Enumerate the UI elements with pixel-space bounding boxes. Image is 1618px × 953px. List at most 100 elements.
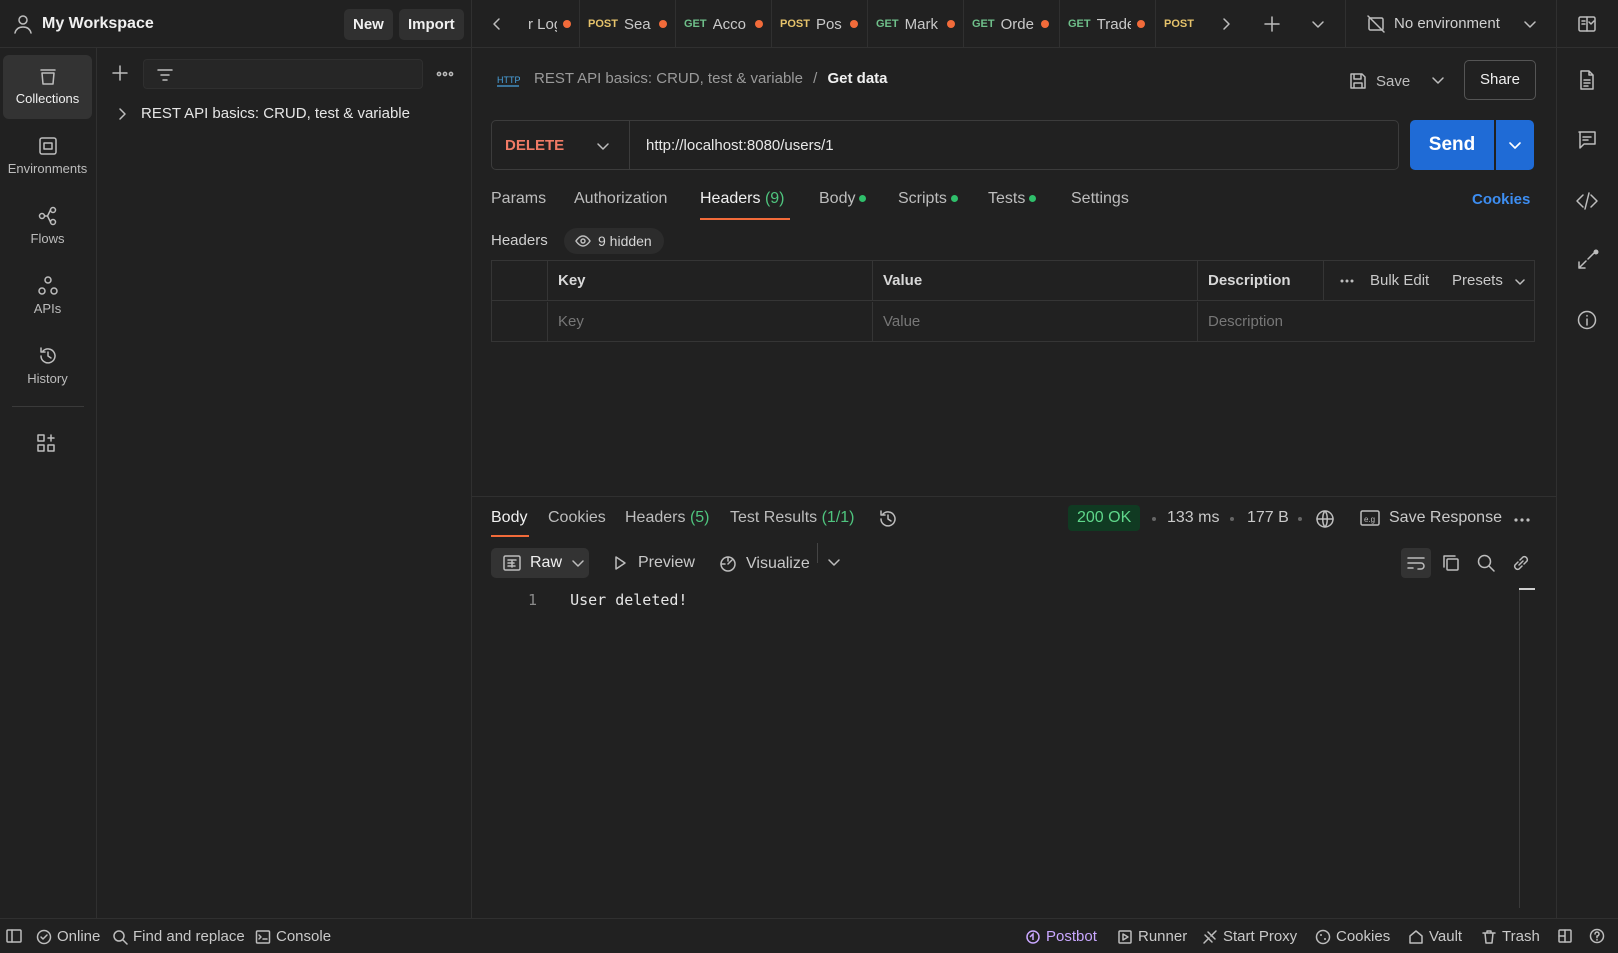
tabs-scroll-right-icon[interactable] <box>1219 16 1233 32</box>
comments-icon[interactable] <box>1576 129 1598 151</box>
documentation-icon[interactable] <box>1576 69 1598 91</box>
response-tab-cookies[interactable]: Cookies <box>548 509 606 527</box>
key-input[interactable]: Key <box>548 302 873 342</box>
response-tab-body[interactable]: Body <box>491 509 527 527</box>
tab-scripts[interactable]: Scripts <box>898 190 958 208</box>
request-name[interactable]: Get data <box>828 70 888 87</box>
tab-headers[interactable]: Headers (9) <box>700 190 785 208</box>
rail-item-environments[interactable]: Environments <box>3 125 92 189</box>
response-more-icon[interactable] <box>1513 517 1531 523</box>
tabs-scroll-left-icon[interactable] <box>490 16 504 32</box>
save-response-label: Save Response <box>1389 509 1502 526</box>
response-scrollbar-thumb[interactable] <box>1519 588 1535 590</box>
response-time[interactable]: 133 ms <box>1167 509 1219 527</box>
wrap-lines-icon <box>1407 557 1425 570</box>
response-tab-test-results[interactable]: Test Results (1/1) <box>730 509 855 527</box>
rail-item-history[interactable]: History <box>3 335 92 399</box>
response-active-tab-indicator <box>491 535 529 537</box>
response-divider[interactable] <box>472 496 1556 497</box>
tab-settings[interactable]: Settings <box>1071 190 1129 208</box>
link-icon[interactable] <box>1511 553 1531 573</box>
send-button[interactable]: Send <box>1410 120 1494 170</box>
code-snippet-icon[interactable] <box>1575 190 1599 212</box>
tab-method: POST <box>588 18 618 30</box>
eye-icon <box>575 235 591 247</box>
toggle-sidebar-icon[interactable] <box>5 928 28 944</box>
checkbox-column-header <box>492 261 548 301</box>
collection-filter-input[interactable] <box>143 59 423 89</box>
description-input[interactable]: Description <box>1198 302 1535 342</box>
method-select[interactable]: DELETE <box>492 121 630 169</box>
tab-item[interactable]: GET Acco <box>676 0 772 48</box>
tab-item[interactable]: GET Mark <box>868 0 964 48</box>
preview-button[interactable]: Preview <box>612 554 695 572</box>
response-tab-headers[interactable]: Headers (5) <box>625 509 710 527</box>
new-tab-plus-icon[interactable] <box>1262 14 1282 34</box>
share-button[interactable]: Share <box>1464 60 1536 100</box>
console-button[interactable]: Console <box>255 928 331 945</box>
tab-params[interactable]: Params <box>491 190 546 208</box>
tab-item[interactable]: GET Orde <box>964 0 1060 48</box>
related-collections-icon[interactable] <box>1576 248 1600 272</box>
add-collection-plus-icon[interactable] <box>111 64 129 82</box>
tab-item[interactable]: POST Sea <box>580 0 676 48</box>
presets-button[interactable]: Presets <box>1452 261 1503 301</box>
tab-item[interactable]: POST Pos <box>772 0 868 48</box>
help-icon[interactable] <box>1589 928 1610 944</box>
breadcrumb-collection[interactable]: REST API basics: CRUD, test & variable <box>534 70 803 87</box>
trash-button[interactable]: Trash <box>1481 928 1540 945</box>
tab-item[interactable]: POST F <box>1156 0 1202 48</box>
bulk-edit-button[interactable]: Bulk Edit <box>1370 261 1429 301</box>
environment-selector[interactable]: No environment <box>1345 0 1553 48</box>
hidden-headers-toggle[interactable]: 9 hidden <box>564 228 664 254</box>
tab-name: Pos <box>815 15 842 33</box>
tab-authorization[interactable]: Authorization <box>574 190 667 208</box>
rail-item-flows[interactable]: Flows <box>3 195 92 259</box>
response-scrollbar[interactable] <box>1519 588 1520 908</box>
workspace-name[interactable]: My Workspace <box>42 15 154 33</box>
start-proxy-button[interactable]: Start Proxy <box>1202 928 1297 945</box>
import-button[interactable]: Import <box>399 9 464 40</box>
layout-toggle-icon[interactable] <box>1557 928 1578 944</box>
tab-name: Sea <box>623 15 651 33</box>
info-icon[interactable] <box>1576 309 1598 331</box>
save-options-chevron-down-icon[interactable] <box>1430 72 1446 88</box>
online-status[interactable]: Online <box>36 928 100 945</box>
format-select[interactable]: Raw <box>491 548 589 578</box>
tab-item[interactable]: GET Trade <box>1060 0 1156 48</box>
response-history-icon[interactable] <box>877 508 899 530</box>
more-icon[interactable] <box>1339 278 1355 284</box>
vault-button[interactable]: Vault <box>1408 928 1462 945</box>
url-input[interactable]: http://localhost:8080/users/1 <box>646 137 834 154</box>
runner-button[interactable]: Runner <box>1117 928 1187 945</box>
rail-item-collections[interactable]: Collections <box>3 55 92 119</box>
tab-tests[interactable]: Tests <box>988 190 1037 208</box>
configure-sidebar-icon[interactable] <box>35 432 57 454</box>
tab-name: Trade <box>1096 15 1131 33</box>
postbot-button[interactable]: Postbot <box>1025 928 1097 945</box>
wrap-lines-button[interactable] <box>1401 548 1431 578</box>
response-size[interactable]: 177 B <box>1247 509 1289 527</box>
save-response-button[interactable]: e.g Save Response <box>1359 509 1502 527</box>
tab-tests-label: Tests <box>988 190 1026 207</box>
rail-item-apis[interactable]: APIs <box>3 265 92 329</box>
value-input[interactable]: Value <box>873 302 1198 342</box>
copy-icon[interactable] <box>1441 553 1461 573</box>
visualize-options-chevron-down-icon[interactable] <box>826 554 842 570</box>
description-column-header: Description <box>1198 261 1324 301</box>
cookies-button[interactable]: Cookies <box>1315 928 1390 945</box>
search-icon[interactable] <box>1476 553 1496 573</box>
tab-body[interactable]: Body <box>819 190 867 208</box>
collection-item[interactable]: REST API basics: CRUD, test & variable <box>115 105 410 122</box>
tab-item[interactable]: r Log <box>516 0 580 48</box>
visualize-button[interactable]: Visualize <box>718 554 810 574</box>
sidebar-more-icon[interactable] <box>436 70 454 78</box>
environment-quick-look[interactable] <box>1556 0 1618 48</box>
new-button[interactable]: New <box>344 9 393 40</box>
tabs-overflow-chevron-down-icon[interactable] <box>1310 16 1326 32</box>
save-button[interactable]: Save <box>1348 64 1410 98</box>
cookies-link[interactable]: Cookies <box>1472 191 1530 208</box>
network-globe-icon[interactable] <box>1314 508 1336 530</box>
find-replace-button[interactable]: Find and replace <box>112 928 245 945</box>
send-options-button[interactable] <box>1496 120 1534 170</box>
